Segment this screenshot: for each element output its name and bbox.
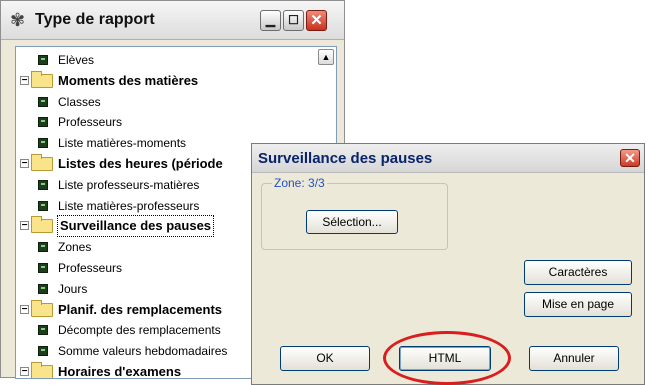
tree-item[interactable]: Elèves — [16, 50, 336, 70]
report-icon — [38, 325, 48, 336]
minimize-icon[interactable]: ▁ — [260, 10, 281, 31]
tree-label: Elèves — [58, 53, 95, 67]
tree-label: Professeurs — [58, 261, 123, 275]
tree-label: Horaires d'examens — [58, 364, 182, 379]
tree-label: Décompte des remplacements — [58, 323, 221, 338]
report-icon — [38, 138, 48, 149]
tree-label: Surveillance des pauses — [56, 215, 215, 238]
collapse-icon[interactable]: − — [20, 304, 29, 314]
dialog-title: Surveillance des pauses — [258, 150, 433, 167]
report-icon — [38, 55, 48, 65]
report-icon — [38, 346, 48, 357]
tree-label: Professeurs — [58, 115, 123, 130]
tree-label: Liste professeurs-matières — [58, 177, 200, 192]
tree-item[interactable]: Classes — [16, 92, 336, 112]
dialog-titlebar[interactable]: Surveillance des pauses ✕ — [252, 144, 644, 173]
report-window-titlebar[interactable]: ✾ Type de rapport ▁ ☐ ✕ — [1, 1, 344, 40]
report-icon — [38, 242, 48, 253]
report-icon — [38, 263, 48, 273]
page-setup-button[interactable]: Mise en page — [524, 292, 632, 317]
tree-label: Classes — [58, 94, 101, 109]
folder-icon — [31, 216, 53, 234]
folder-icon — [31, 154, 53, 171]
tree-label: Moments des matières — [58, 72, 199, 88]
characters-button[interactable]: Caractères — [524, 260, 632, 285]
tree-label: Somme valeurs hebdomadaires — [58, 344, 228, 359]
zone-legend: Zone: 3/3 — [272, 176, 327, 190]
cancel-button[interactable]: Annuler — [529, 346, 619, 371]
ok-button[interactable]: OK — [280, 346, 370, 371]
folder-icon — [31, 362, 53, 378]
tree-label: Liste matières-moments — [58, 136, 187, 151]
tree-item[interactable]: Professeurs — [16, 112, 336, 132]
tree-label: Planif. des remplacements — [58, 301, 223, 317]
selection-button[interactable]: Sélection... — [306, 210, 398, 234]
zone-group: Zone: 3/3 Sélection... — [261, 176, 448, 250]
scroll-up-icon[interactable]: ▲ — [318, 49, 334, 65]
collapse-icon[interactable]: − — [20, 75, 29, 85]
report-window-title: Type de rapport — [35, 11, 155, 28]
folder-icon — [31, 299, 53, 317]
maximize-icon[interactable]: ☐ — [283, 10, 304, 31]
folder-icon — [31, 70, 53, 88]
report-icon — [38, 283, 48, 294]
collapse-icon[interactable]: − — [20, 221, 29, 231]
highlight-circle — [383, 331, 511, 385]
close-icon[interactable]: ✕ — [306, 10, 327, 31]
tree-label: Liste matières-professeurs — [58, 198, 200, 213]
report-icon — [38, 117, 48, 128]
app-icon: ✾ — [10, 10, 26, 30]
collapse-icon[interactable]: − — [20, 159, 29, 169]
collapse-icon[interactable]: − — [20, 367, 29, 377]
report-icon — [38, 200, 48, 211]
tree-group[interactable]: − Moments des matières — [16, 70, 336, 91]
tree-label: Jours — [58, 281, 88, 296]
close-icon[interactable]: ✕ — [620, 149, 640, 167]
report-icon — [38, 179, 48, 190]
tree-label: Zones — [58, 240, 92, 255]
report-icon — [38, 96, 48, 107]
tree-label: Listes des heures (période — [58, 156, 223, 171]
